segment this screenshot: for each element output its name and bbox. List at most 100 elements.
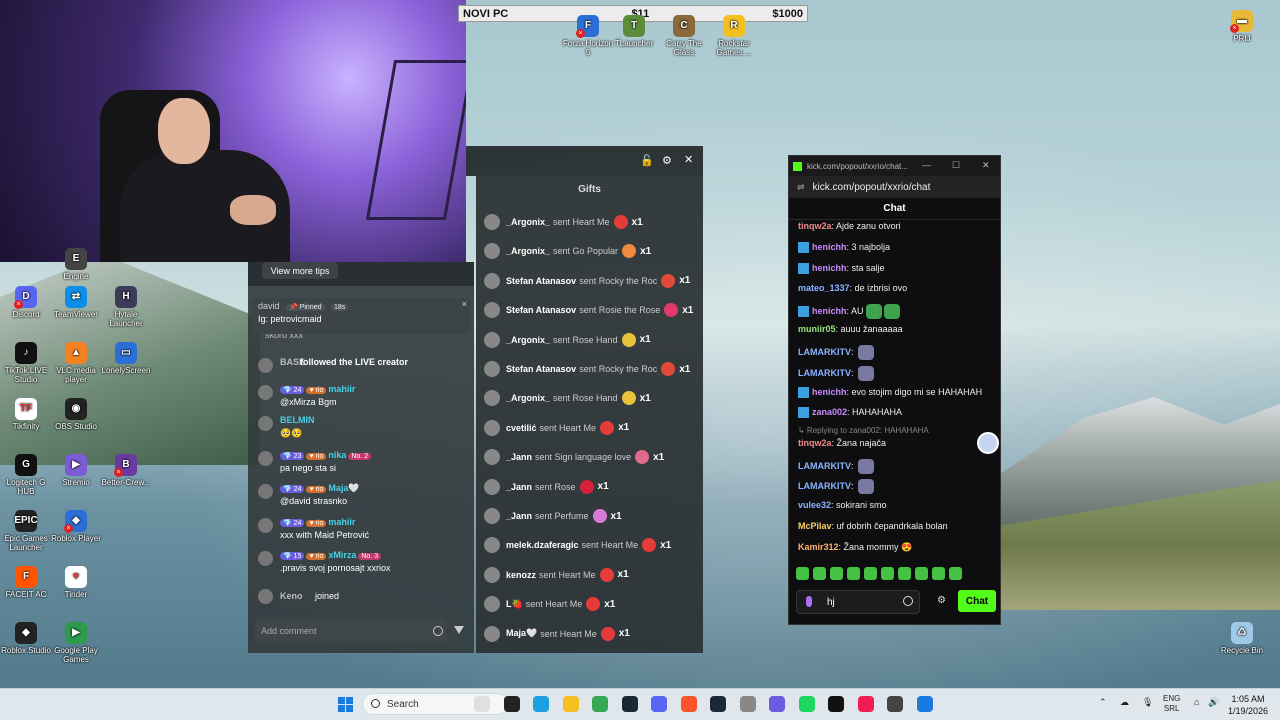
desktop-icon[interactable]: D Discord — [0, 286, 52, 319]
desktop-icon[interactable]: TF Tikfinity — [0, 398, 52, 431]
desktop-icon[interactable]: ▶ Stremio — [50, 454, 102, 487]
desktop-icon[interactable]: ◆ Roblox Studio — [0, 622, 52, 655]
maximize-icon[interactable]: ☐ — [952, 160, 960, 171]
joined-text: joined — [315, 591, 340, 601]
desktop-icon[interactable]: ◉ OBS Studio — [50, 398, 102, 431]
desktop-icon[interactable]: R Rockstar Games ... — [708, 15, 760, 57]
gift-count: x1 — [631, 216, 643, 228]
desktop-icon[interactable]: C Carry The Glass — [658, 15, 710, 57]
emote-icon[interactable] — [847, 567, 860, 580]
cam-person-hand — [230, 195, 276, 225]
emote-icon[interactable] — [830, 567, 843, 580]
emote-icon[interactable] — [915, 567, 928, 580]
taskbar-app-icon[interactable] — [680, 696, 697, 712]
taskbar-app-icon[interactable] — [887, 696, 903, 712]
desktop-icon[interactable]: ⇄ TeamViewer — [50, 286, 102, 319]
taskbar-app-icon[interactable] — [621, 696, 638, 712]
taskbar-app-icon[interactable] — [474, 696, 490, 712]
taskbar-app-icon[interactable] — [739, 696, 756, 712]
emote-icon — [858, 459, 875, 474]
minimize-icon[interactable]: — — [922, 160, 931, 170]
desktop-icon[interactable]: ♥ Tinder — [50, 566, 102, 599]
gift-action: sent Heart Me — [553, 217, 610, 227]
lock-icon[interactable]: 🔓 — [640, 154, 654, 167]
desktop-icon[interactable]: E Engine — [50, 248, 102, 281]
desktop-icon[interactable]: G Logitech G HUB — [0, 454, 52, 496]
desktop-icon[interactable]: ◆ Roblox Player — [50, 510, 102, 543]
filter-icon[interactable] — [454, 626, 464, 634]
chat-username: muniir05 — [798, 324, 836, 334]
desktop-icon[interactable]: F Forza Horizon 5 — [562, 15, 614, 57]
language-bottom: SRL — [1163, 703, 1180, 713]
desktop-icon[interactable]: T TLauncher — [608, 15, 660, 48]
chat-message: henichh: sta salje — [798, 263, 885, 275]
gift-action: sent Rose Hand — [553, 334, 618, 345]
emoji-icon[interactable] — [433, 626, 443, 636]
close-icon[interactable]: ✕ — [982, 160, 990, 171]
close-icon[interactable]: ✕ — [684, 153, 693, 166]
send-chat-button[interactable]: Chat — [958, 590, 996, 612]
emote-icon[interactable] — [932, 567, 945, 580]
site-info-icon[interactable]: ⇌ — [797, 182, 805, 193]
view-more-tips-button[interactable]: View more tips — [262, 262, 338, 279]
gift-action: sent Rose — [535, 481, 576, 492]
desktop-icon[interactable]: ▭ LonelyScreen — [100, 342, 152, 375]
taskbar-app-icon[interactable] — [592, 696, 608, 712]
avatar — [258, 589, 273, 604]
kick-logo-icon — [793, 161, 802, 171]
emote-icon[interactable] — [813, 567, 826, 580]
taskbar-app-icon[interactable] — [533, 696, 549, 712]
mic-icon[interactable]: 🎙 — [1142, 697, 1153, 708]
volume-icon[interactable]: 🔊 — [1208, 697, 1219, 708]
desktop-icon[interactable]: ▬ PRIJ — [1216, 10, 1268, 43]
app-icon: C — [673, 15, 695, 37]
goal-bar-title: NOVI PC — [463, 7, 509, 20]
desktop-icon[interactable]: ♪ TikTok LIVE Studio — [0, 342, 52, 384]
clock[interactable]: 1:05 AM 1/19/2026 — [1228, 694, 1268, 717]
desktop-icon[interactable]: ▶ Google Play Games — [50, 622, 102, 664]
emoji-icon[interactable] — [903, 596, 913, 606]
emote-icon[interactable] — [881, 567, 894, 580]
taskbar-app-icon[interactable] — [651, 696, 667, 712]
taskbar-app-icon[interactable] — [798, 696, 815, 712]
desktop-icon[interactable]: ▲ VLC media player — [50, 342, 102, 384]
desktop-icon[interactable]: EPIC Epic Games Launcher — [0, 510, 52, 552]
address-bar[interactable]: ⇌ kick.com/popout/xxrio/chat — [789, 176, 1000, 198]
network-icon[interactable]: ⌂ — [1194, 697, 1199, 708]
taskbar-app-icon[interactable] — [857, 696, 874, 712]
desktop-icon[interactable]: F FACEIT AC — [0, 566, 52, 599]
emote-icon[interactable] — [796, 567, 809, 580]
taskbar-app-icon[interactable] — [916, 696, 933, 712]
taskbar-app-icon[interactable] — [562, 696, 579, 712]
chat-input[interactable]: hj — [796, 590, 920, 614]
language-indicator[interactable]: ENG SRL — [1163, 694, 1180, 713]
gift-sender: _Jann — [506, 511, 533, 521]
taskbar-app-icon[interactable] — [710, 696, 726, 712]
mic-icon[interactable] — [806, 596, 812, 607]
windows-start-icon[interactable] — [338, 697, 353, 712]
chevron-up-icon[interactable]: ⌃ — [1099, 697, 1107, 708]
message-text: 🥺🥺 — [280, 428, 303, 438]
floating-bubble-icon[interactable] — [977, 432, 999, 454]
error-badge-icon: × — [576, 29, 585, 38]
gear-icon[interactable]: ⚙ — [937, 595, 946, 606]
desktop-icon[interactable]: H Hytale Launcher — [100, 286, 152, 328]
emote-icon[interactable] — [898, 567, 911, 580]
colon-separator: : — [851, 367, 857, 378]
cloud-icon[interactable]: ☁ — [1120, 697, 1129, 708]
desktop-icon[interactable]: ♺ Recycle Bin — [1216, 622, 1268, 655]
add-comment-input[interactable]: Add comment — [255, 619, 447, 643]
taskbar-app-icon[interactable] — [828, 696, 844, 712]
avatar — [484, 537, 500, 554]
emote-icon[interactable] — [864, 567, 877, 580]
taskbar-app-icon[interactable] — [769, 696, 785, 712]
taskbar-app-icon[interactable] — [503, 696, 520, 712]
settings-icon[interactable]: ⚙ — [662, 154, 672, 167]
chat-username: zana002 — [812, 407, 848, 417]
clock-date: 1/19/2026 — [1228, 705, 1269, 716]
message-header: BELMIN — [280, 415, 315, 425]
desktop-icon[interactable]: B Better-Crew... — [100, 454, 152, 487]
chat-text: sokirani smo — [836, 500, 887, 510]
close-icon[interactable]: × — [462, 299, 467, 309]
emote-icon[interactable] — [949, 567, 962, 580]
